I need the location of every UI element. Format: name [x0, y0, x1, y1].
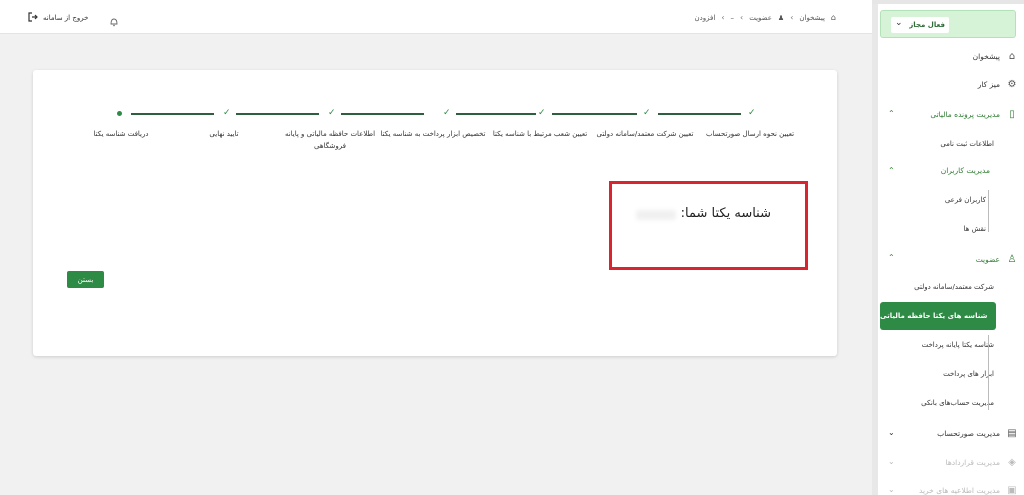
- file-icon: ▯: [1009, 108, 1015, 120]
- sidebar-item-user-management[interactable]: مدیریت کاربران: [941, 166, 990, 175]
- close-button[interactable]: بستن: [67, 271, 104, 288]
- breadcrumb-item-membership[interactable]: عضویت: [749, 14, 772, 22]
- chevron-down-icon[interactable]: ⌄: [888, 428, 895, 437]
- sidebar-item-label: مدیریت قراردادها: [945, 457, 1000, 467]
- breadcrumb-separator: ›: [790, 13, 794, 22]
- sidebar-subitem-tax-memory-ids[interactable]: شناسه های یکتا حافظه مالیاتی: [880, 302, 996, 330]
- step-current-dot: [117, 111, 122, 116]
- sidebar-subitem-payment-terminal-id[interactable]: شناسه یکتا پایانه پرداخت: [922, 341, 994, 349]
- home-icon[interactable]: ⌂: [831, 13, 836, 22]
- step-label-branches: تعیین شعب مرتبط با شناسه یکتا: [492, 130, 588, 138]
- stepper-line: [658, 113, 741, 115]
- logout-icon: [28, 12, 38, 24]
- sidebar-item-label: پیشخوان: [972, 51, 1000, 61]
- notice-icon: ▣: [1007, 484, 1017, 495]
- submenu-line: [988, 190, 989, 232]
- step-label-invoice-method: تعیین نحوه ارسال صورتحساب: [705, 130, 795, 138]
- step-label-final-approval: تایید نهایی: [209, 130, 239, 138]
- step-label-trusted-company: تعیین شرکت معتمد/سامانه دولتی: [596, 130, 694, 138]
- breadcrumb-item-dash: –: [730, 13, 735, 22]
- chevron-up-icon[interactable]: ⌃: [888, 109, 895, 118]
- stepper-line: [456, 113, 536, 115]
- chevron-down-icon[interactable]: ⌄: [888, 485, 895, 494]
- breadcrumb-item-add: افزودن: [694, 13, 716, 22]
- step-label-get-unique-id: دریافت شناسه یکتا: [93, 130, 149, 138]
- stepper-line: [552, 113, 637, 115]
- breadcrumb-separator: ›: [721, 13, 725, 22]
- status-label: فعال مجاز: [909, 21, 945, 29]
- home-icon: ⌂: [1008, 50, 1016, 62]
- chevron-down-icon[interactable]: ⌄: [895, 18, 903, 28]
- status-dropdown[interactable]: فعال مجاز ⌄: [880, 10, 1016, 38]
- sidebar-item-label: مدیریت کاربران: [940, 166, 990, 175]
- breadcrumb: ⌂ پیشخوان › ♟ عضویت › – › افزودن: [695, 13, 836, 22]
- sidebar-item-label: عضویت: [975, 254, 1000, 264]
- sidebar-subitem-sub-users[interactable]: کاربران فرعی: [945, 196, 986, 204]
- sidebar-item-membership[interactable]: ♙ عضویت: [976, 253, 1018, 265]
- bell-icon[interactable]: [109, 12, 119, 27]
- invoice-icon: ▤: [1007, 427, 1017, 439]
- logout-label: خروج از سامانه: [43, 14, 89, 22]
- contract-icon: ◈: [1008, 456, 1016, 468]
- sidebar-subitem-roles[interactable]: نقش ها: [964, 225, 986, 233]
- sidebar-item-label: مدیریت اطلاعیه های خرید: [919, 485, 1000, 495]
- breadcrumb-item-dashboard[interactable]: پیشخوان: [799, 14, 825, 22]
- step-check-icon: ✓: [748, 108, 756, 118]
- logout-button[interactable]: خروج از سامانه: [28, 12, 88, 24]
- desk-icon: ⚙: [1007, 78, 1017, 90]
- sidebar-subitem-bank-accounts[interactable]: مدیریت حساب‌های بانکی: [921, 399, 994, 407]
- step-check-icon: ✓: [443, 108, 451, 118]
- sidebar-item-tax-file[interactable]: ▯ مدیریت پرونده مالیاتی: [930, 108, 1018, 120]
- chevron-up-icon[interactable]: ⌃: [888, 166, 895, 175]
- stepper-line: [131, 113, 214, 115]
- step-check-icon: ✓: [223, 108, 231, 118]
- sidebar-item-label: میز کار: [977, 79, 1000, 89]
- unique-id-highlight-box: شناسه یکتا شما:: [609, 181, 808, 270]
- sidebar-item-desk[interactable]: ⚙ میز کار: [978, 78, 1018, 90]
- sidebar-item-dashboard[interactable]: ⌂ پیشخوان: [973, 50, 1018, 62]
- submenu-line: [988, 335, 989, 410]
- stepper-line: [236, 113, 319, 115]
- step-check-icon: ✓: [538, 108, 546, 118]
- breadcrumb-separator: ›: [740, 13, 744, 22]
- sidebar-subitem-trusted-company[interactable]: شرکت معتمد/سامانه دولتی: [914, 283, 994, 291]
- chevron-up-icon[interactable]: ⌃: [888, 253, 895, 262]
- sidebar-item-label: مدیریت پرونده مالیاتی: [930, 109, 1000, 119]
- sidebar-item-contracts[interactable]: ◈ مدیریت قراردادها: [946, 456, 1018, 468]
- unique-id-label: شناسه یکتا شما:: [680, 206, 771, 221]
- sidebar-item-label: مدیریت صورتحساب: [937, 428, 1000, 438]
- step-label-tax-memory-info: اطلاعات حافظه مالیاتی و پایانه فروشگاهی: [284, 130, 376, 150]
- sidebar-item-label: شناسه های یکتا حافظه مالیاتی: [880, 312, 988, 320]
- user-icon: ♙: [1007, 253, 1017, 265]
- sidebar-item-invoice-management[interactable]: ▤ مدیریت صورتحساب: [937, 427, 1018, 439]
- top-bar: خروج از سامانه ⌂ پیشخوان › ♟ عضویت › – ›…: [0, 0, 872, 34]
- user-icon: ♟: [777, 13, 785, 22]
- sidebar-item-purchase-notices[interactable]: ▣ مدیریت اطلاعیه های خرید: [919, 484, 1018, 495]
- step-check-icon: ✓: [328, 108, 336, 118]
- step-label-payment-tool: تخصیص ابزار پرداخت به شناسه یکتا: [380, 130, 486, 138]
- step-check-icon: ✓: [643, 108, 651, 118]
- sidebar-subitem-payment-tools[interactable]: ابزار های پرداخت: [943, 370, 994, 378]
- stepper-line: [341, 113, 424, 115]
- chevron-down-icon[interactable]: ⌄: [888, 457, 895, 466]
- unique-id-value-redacted: [636, 210, 676, 220]
- sidebar-scrollbar[interactable]: [872, 4, 878, 495]
- sidebar-subitem-registration-info[interactable]: اطلاعات ثبت نامی: [940, 140, 994, 148]
